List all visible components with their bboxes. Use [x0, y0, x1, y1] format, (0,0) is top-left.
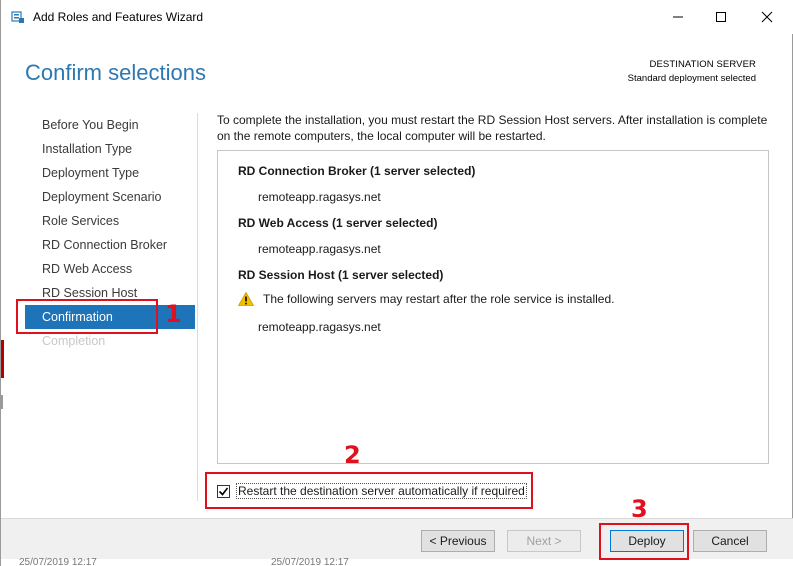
- server-name: remoteapp.ragasys.net: [258, 320, 381, 334]
- window-title: Add Roles and Features Wizard: [33, 10, 204, 24]
- warning-text: The following servers may restart after …: [263, 292, 615, 306]
- wizard-window: Add Roles and Features Wizard Confirm se…: [0, 0, 793, 566]
- annotation-number: 3: [631, 495, 648, 523]
- annotation-number: 1: [165, 300, 182, 328]
- minimize-icon: [673, 16, 683, 18]
- nav-item-rd-connection-broker[interactable]: RD Connection Broker: [25, 233, 195, 257]
- role-title: RD Connection Broker (1 server selected): [238, 164, 476, 178]
- annotation-number: 2: [344, 441, 361, 469]
- server-name: remoteapp.ragasys.net: [258, 190, 381, 204]
- page-title: Confirm selections: [25, 60, 206, 85]
- cancel-button[interactable]: Cancel: [693, 530, 767, 552]
- close-icon: [761, 11, 773, 23]
- previous-button[interactable]: < Previous: [421, 530, 495, 552]
- title-bar: Add Roles and Features Wizard: [1, 0, 793, 34]
- destination-server-label: DESTINATION SERVER: [649, 59, 756, 70]
- next-button: Next >: [507, 530, 581, 552]
- maximize-button[interactable]: [698, 0, 744, 34]
- nav-item-role-services[interactable]: Role Services: [25, 209, 195, 233]
- server-name: remoteapp.ragasys.net: [258, 242, 381, 256]
- destination-server-value: Standard deployment selected: [627, 73, 756, 84]
- annotation-box: [16, 299, 158, 334]
- role-title: RD Web Access (1 server selected): [238, 216, 438, 230]
- maximize-icon: [716, 12, 726, 22]
- nav-divider: [197, 113, 198, 501]
- background-timestamp: 25/07/2019 12:17: [271, 557, 349, 566]
- background-timestamp: 25/07/2019 12:17: [19, 557, 97, 566]
- role-title: RD Session Host (1 server selected): [238, 268, 444, 282]
- warning-icon: [238, 292, 254, 306]
- background-window-edge: [1, 340, 4, 378]
- nav-item-rd-web-access[interactable]: RD Web Access: [25, 257, 195, 281]
- background-strip: [1, 559, 793, 566]
- restart-warning: The following servers may restart after …: [238, 292, 614, 306]
- nav-item-deployment-type[interactable]: Deployment Type: [25, 161, 195, 185]
- nav-item-before-you-begin[interactable]: Before You Begin: [25, 113, 195, 137]
- restart-notice: To complete the installation, you must r…: [217, 113, 768, 143]
- annotation-box: [205, 472, 533, 509]
- server-manager-icon: [11, 11, 24, 23]
- selections-summary: RD Connection Broker (1 server selected)…: [217, 150, 769, 464]
- nav-item-installation-type[interactable]: Installation Type: [25, 137, 195, 161]
- nav-item-deployment-scenario[interactable]: Deployment Scenario: [25, 185, 195, 209]
- annotation-box: [599, 523, 689, 560]
- close-button[interactable]: [744, 0, 790, 34]
- minimize-button[interactable]: [655, 0, 701, 34]
- background-window-edge: [1, 395, 3, 409]
